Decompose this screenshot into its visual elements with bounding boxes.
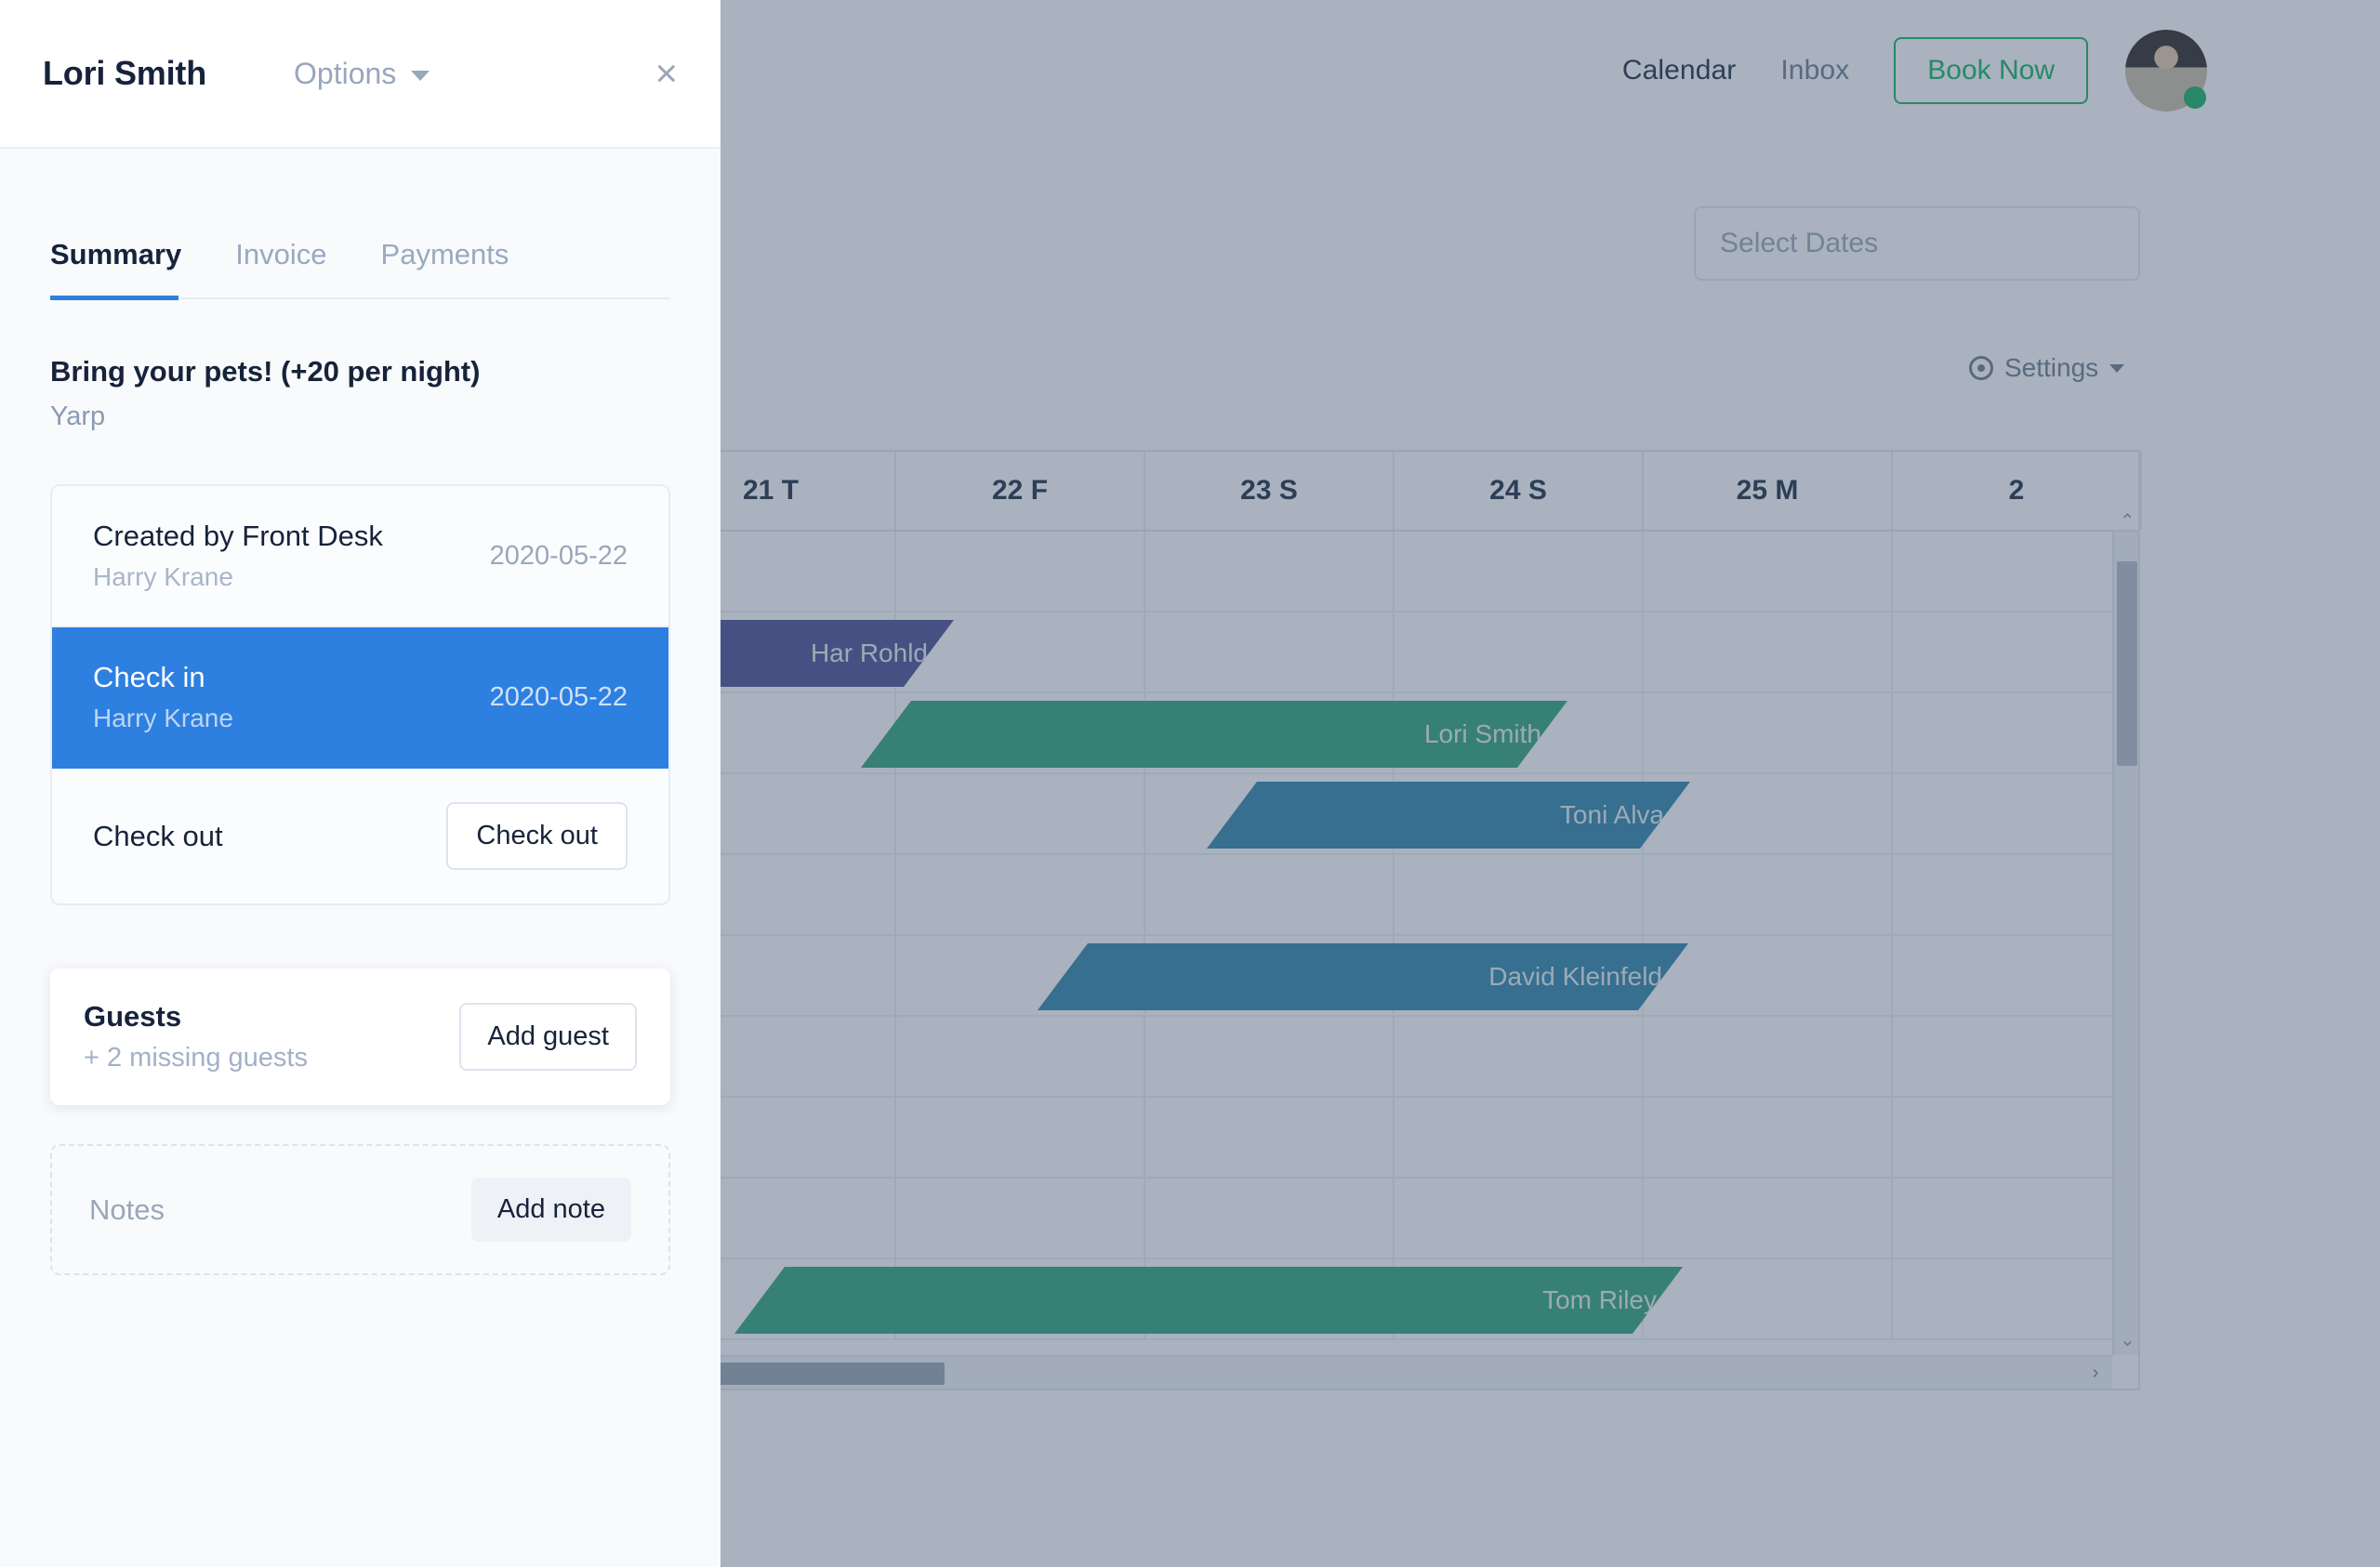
timeline-row[interactable]: Check out Check out [52,769,668,903]
guests-title: Guests [84,1000,182,1033]
add-note-button[interactable]: Add note [470,1178,631,1242]
timeline-row[interactable]: Created by Front Desk Harry Krane 2020-0… [52,486,668,627]
tab-payments[interactable]: Payments [381,238,509,297]
tab-invoice[interactable]: Invoice [235,238,326,297]
chevron-down-icon [411,70,430,81]
add-guest-button[interactable]: Add guest [459,1003,637,1071]
timeline-subtitle: Harry Krane [93,704,233,732]
tab-summary[interactable]: Summary [50,238,181,297]
timeline-title: Check in [93,661,205,693]
panel-body: Summary Invoice Payments Bring your pets… [0,149,721,1567]
guests-card: Guests + 2 missing guests Add guest [50,968,670,1105]
page-title: Lori Smith [43,54,206,92]
options-label: Options [294,56,397,90]
timeline-date: 2020-05-22 [489,540,628,571]
booking-details-panel: Lori Smith Options × Summary Invoice Pay… [0,0,721,1567]
offer-subtitle: Yarp [50,402,106,431]
active-tab-underline [50,296,178,300]
panel-tabs: Summary Invoice Payments [50,238,670,300]
notes-label: Notes [89,1192,165,1226]
timeline-title: Created by Front Desk [93,520,383,552]
notes-card: Notes Add note [50,1144,670,1275]
timeline-title: Check out [93,819,223,852]
close-icon[interactable]: × [654,54,678,93]
panel-header: Lori Smith Options × [0,0,721,149]
check-out-button[interactable]: Check out [446,802,628,870]
options-dropdown[interactable]: Options [294,57,430,91]
guests-missing-count: + 2 missing guests [84,1043,308,1073]
timeline-subtitle: Harry Krane [93,562,233,591]
timeline-row[interactable]: Check in Harry Krane 2020-05-22 [52,627,668,769]
timeline-card: Created by Front Desk Harry Krane 2020-0… [50,484,670,905]
offer-title: Bring your pets! (+20 per night) [50,355,481,388]
timeline-date: 2020-05-22 [489,681,628,712]
